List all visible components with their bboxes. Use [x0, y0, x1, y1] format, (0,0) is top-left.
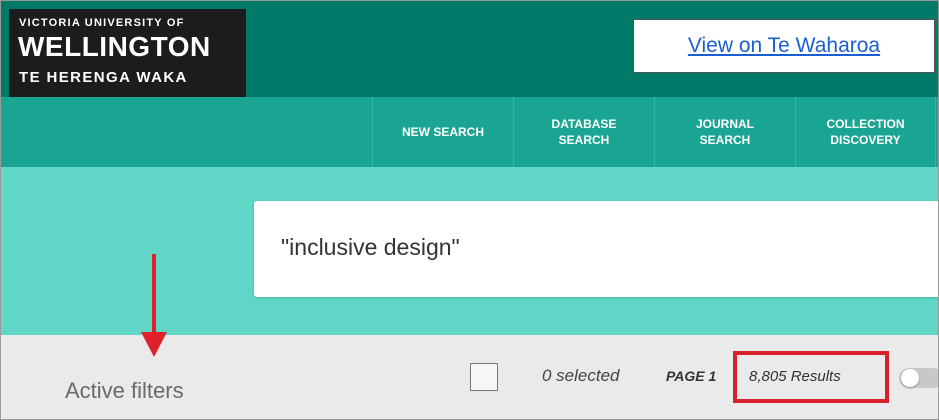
- view-on-te-waharoa-box: View on Te Waharoa: [633, 19, 935, 73]
- page-indicator: PAGE 1: [666, 368, 717, 384]
- nav-journal-search[interactable]: JOURNAL SEARCH: [654, 97, 795, 167]
- nav-journal-search-label: JOURNAL SEARCH: [695, 117, 754, 147]
- site-header: VICTORIA UNIVERSITY OF WELLINGTON TE HER…: [1, 1, 938, 97]
- results-count-highlight-annotation: [733, 351, 889, 403]
- red-down-arrow-annotation: [141, 254, 167, 357]
- view-on-te-waharoa-link[interactable]: View on Te Waharoa: [688, 34, 880, 58]
- select-all-checkbox[interactable]: [470, 363, 498, 391]
- nav-collection-discovery[interactable]: COLLECTION DISCOVERY: [795, 97, 936, 167]
- logo-line-3: TE HERENGA WAKA: [19, 69, 188, 86]
- selected-count: 0 selected: [542, 366, 620, 385]
- search-query-text: "inclusive design": [281, 234, 460, 260]
- toggle-switch[interactable]: [899, 368, 938, 388]
- nav-new-search[interactable]: NEW SEARCH: [372, 97, 513, 167]
- nav-database-search-label: DATABASE SEARCH: [551, 117, 617, 147]
- nav-collection-discovery-label: COLLECTION DISCOVERY: [826, 117, 905, 147]
- nav-database-search[interactable]: DATABASE SEARCH: [513, 97, 654, 167]
- logo-line-1: VICTORIA UNIVERSITY OF: [19, 17, 185, 29]
- nav-new-search-label: NEW SEARCH: [401, 125, 484, 139]
- logo-line-2: WELLINGTON: [18, 31, 211, 62]
- toggle-knob: [901, 369, 919, 387]
- search-input[interactable]: "inclusive design": [254, 201, 938, 297]
- main-nav: NEW SEARCH DATABASE SEARCH JOURNAL SEARC…: [1, 97, 938, 167]
- university-logo[interactable]: VICTORIA UNIVERSITY OF WELLINGTON TE HER…: [9, 9, 246, 97]
- active-filters-heading: Active filters: [65, 378, 184, 403]
- browser-viewport: VICTORIA UNIVERSITY OF WELLINGTON TE HER…: [0, 0, 939, 420]
